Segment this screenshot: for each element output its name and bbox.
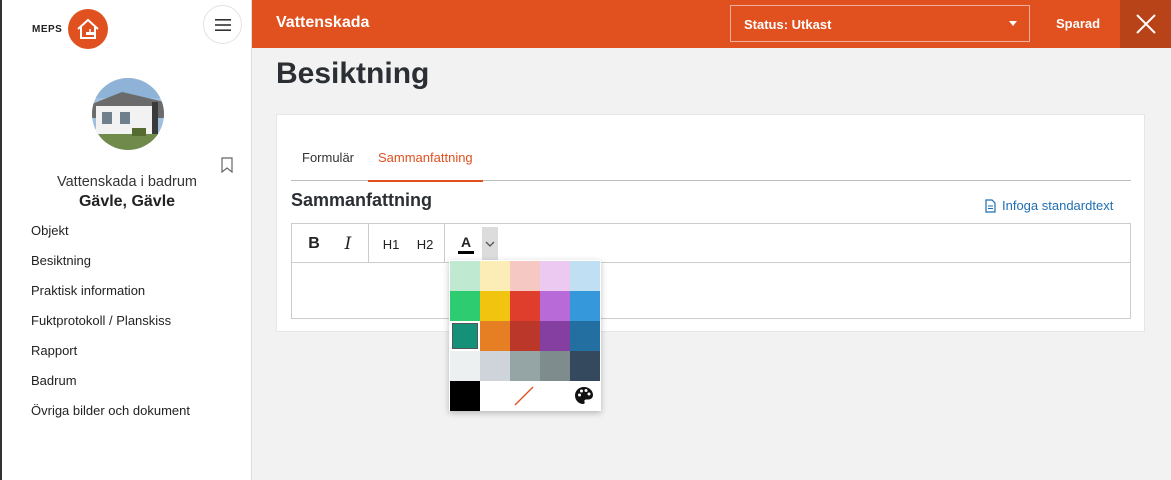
color-swatch[interactable]: [540, 261, 570, 291]
sidebar-item-ovriga-bilder[interactable]: Övriga bilder och dokument: [31, 403, 190, 433]
sidebar-item-objekt[interactable]: Objekt: [31, 223, 190, 253]
color-swatch[interactable]: [450, 261, 480, 291]
tab-formular[interactable]: Formulär: [302, 150, 354, 181]
side-nav: Objekt Besiktning Praktisk information F…: [31, 223, 190, 433]
hamburger-icon: [214, 18, 231, 31]
page-title: Besiktning: [276, 57, 430, 90]
text-color-button[interactable]: A: [456, 231, 476, 257]
color-swatch[interactable]: [450, 351, 480, 381]
rich-text-editor: B I H1 H2 A: [291, 223, 1131, 319]
close-button[interactable]: [1120, 0, 1171, 48]
tab-sammanfattning[interactable]: Sammanfattning: [368, 150, 483, 182]
color-swatch[interactable]: [570, 321, 600, 351]
color-swatch[interactable]: [450, 321, 480, 351]
color-swatch[interactable]: [480, 261, 510, 291]
remove-color-icon: [514, 386, 534, 406]
color-swatch[interactable]: [540, 351, 570, 381]
caret-down-icon: [1009, 21, 1017, 26]
sidebar-item-praktisk-information[interactable]: Praktisk information: [31, 283, 190, 313]
text-color-bar: [458, 251, 474, 254]
sidebar: MEPS Vattenskada i badrum Gävle, Gävle O…: [0, 0, 252, 480]
toolbar-divider: [368, 224, 369, 262]
insert-standard-text-label: Infoga standardtext: [1002, 198, 1114, 213]
status-select[interactable]: Status: Utkast: [730, 5, 1030, 42]
editor-content-area[interactable]: [292, 263, 1130, 318]
toolbar-divider: [444, 224, 445, 262]
heading-2-button[interactable]: H2: [414, 231, 436, 257]
color-swatch[interactable]: [570, 261, 600, 291]
property-avatar: [92, 78, 164, 150]
color-swatch[interactable]: [510, 351, 540, 381]
saved-indicator: Sparad: [1056, 16, 1101, 31]
custom-color-button[interactable]: [569, 381, 599, 411]
sidebar-item-rapport[interactable]: Rapport: [31, 343, 190, 373]
color-swatch[interactable]: [510, 291, 540, 321]
close-icon: [1135, 14, 1156, 34]
chevron-down-icon: [485, 241, 495, 247]
editor-toolbar: B I H1 H2 A: [292, 224, 1130, 263]
claim-location: Gävle, Gävle: [78, 193, 176, 210]
color-swatch[interactable]: [480, 321, 510, 351]
bookmark-icon[interactable]: [220, 157, 234, 173]
hamburger-menu-button[interactable]: [203, 5, 242, 44]
palette-icon: [575, 387, 593, 404]
insert-standard-text-link[interactable]: Infoga standardtext: [985, 198, 1113, 213]
color-swatch[interactable]: [540, 291, 570, 321]
sidebar-item-fuktprotokoll[interactable]: Fuktprotokoll / Planskiss: [31, 313, 190, 343]
color-swatch[interactable]: [510, 321, 540, 351]
logo-text: MEPS: [32, 23, 63, 35]
color-palette-popup: [449, 260, 601, 411]
summary-card: Formulär Sammanfattning Sammanfattning I…: [276, 114, 1145, 332]
status-select-value: Status: Utkast: [744, 17, 832, 32]
italic-button[interactable]: I: [338, 231, 358, 257]
sidebar-item-badrum[interactable]: Badrum: [31, 373, 190, 403]
tabs: Formulär Sammanfattning: [291, 142, 1131, 182]
claim-subtitle: Vattenskada i badrum: [57, 174, 197, 190]
remove-color-button[interactable]: [509, 381, 539, 411]
color-swatch[interactable]: [570, 351, 600, 381]
header-title: Vattenskada: [276, 14, 370, 31]
color-swatch[interactable]: [540, 321, 570, 351]
document-icon: [985, 198, 996, 213]
text-color-letter: A: [460, 234, 472, 250]
house-logo-icon: [68, 9, 109, 49]
text-color-dropdown-button[interactable]: [482, 227, 498, 261]
section-title: Sammanfattning: [291, 190, 433, 210]
sidebar-item-besiktning[interactable]: Besiktning: [31, 253, 190, 283]
color-swatch[interactable]: [450, 291, 480, 321]
color-swatch[interactable]: [510, 261, 540, 291]
color-swatch[interactable]: [480, 351, 510, 381]
swatch-black[interactable]: [450, 381, 480, 411]
bold-button[interactable]: B: [304, 231, 324, 257]
color-swatch[interactable]: [480, 291, 510, 321]
logo[interactable]: MEPS: [32, 9, 109, 49]
heading-1-button[interactable]: H1: [380, 231, 402, 257]
top-header: Vattenskada Status: Utkast Sparad: [252, 0, 1171, 48]
color-swatch[interactable]: [570, 291, 600, 321]
